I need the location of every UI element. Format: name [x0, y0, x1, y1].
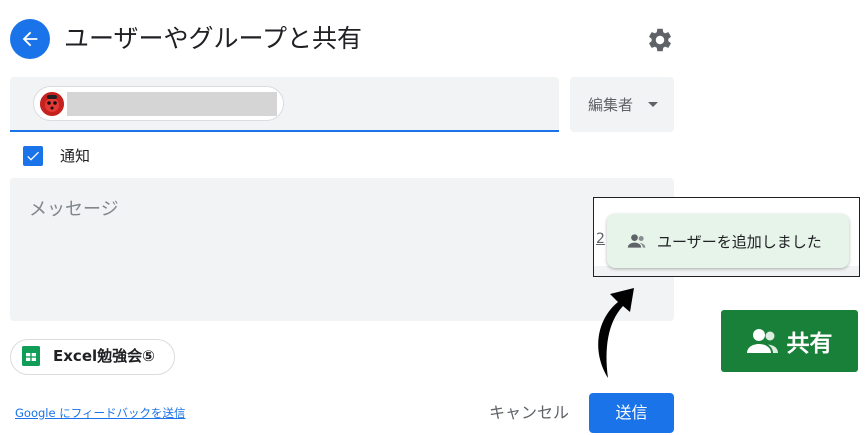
- inset-partial-text: 2: [596, 231, 605, 247]
- role-label: 編集者: [588, 96, 634, 114]
- toast-message: ユーザーを追加しました: [657, 232, 822, 251]
- recipient-name-redacted: [67, 92, 277, 116]
- notify-label: 通知: [60, 147, 91, 165]
- notify-checkbox[interactable]: [23, 146, 43, 166]
- dialog-title: ユーザーやグループと共有: [64, 24, 363, 53]
- toast-notification: ユーザーを追加しました: [607, 214, 849, 268]
- feedback-link[interactable]: Google にフィードバックを送信: [15, 405, 185, 421]
- avatar-icon: [40, 92, 64, 116]
- person-add-icon: [627, 234, 646, 248]
- message-placeholder: メッセージ: [29, 199, 119, 220]
- back-button[interactable]: [10, 19, 50, 59]
- gear-icon: [649, 28, 671, 52]
- share-button[interactable]: 共有: [721, 310, 858, 372]
- role-select[interactable]: 編集者: [570, 77, 674, 132]
- share-label: 共有: [786, 331, 833, 357]
- check-icon: [27, 151, 39, 161]
- sheets-icon: [22, 346, 40, 366]
- curved-arrow-icon: [598, 288, 634, 378]
- file-name: Excel勉強会⑤: [53, 347, 155, 365]
- send-button[interactable]: 送信: [589, 393, 674, 433]
- cancel-button[interactable]: キャンセル: [479, 398, 579, 428]
- caret-down-icon: [648, 102, 658, 107]
- settings-button[interactable]: [646, 26, 674, 54]
- arrow-left-icon: [22, 31, 38, 47]
- people-icon: [746, 329, 778, 353]
